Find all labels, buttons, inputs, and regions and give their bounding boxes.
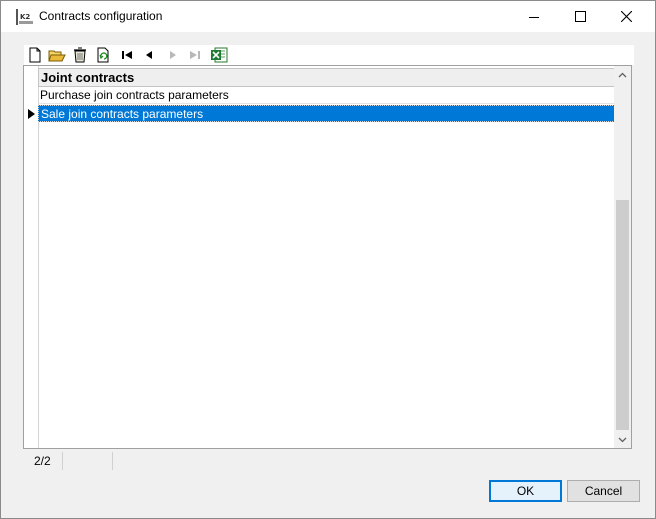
- ok-button[interactable]: OK: [489, 480, 562, 502]
- excel-export-button[interactable]: [210, 46, 228, 64]
- cancel-button[interactable]: Cancel: [567, 480, 640, 502]
- delete-button[interactable]: [71, 46, 89, 64]
- previous-record-button[interactable]: [140, 46, 158, 64]
- toolbar: [24, 45, 634, 65]
- close-icon: [620, 11, 632, 22]
- dialog-window: K2 Contracts configuration Joint contrac…: [0, 0, 656, 519]
- chevron-down-icon: [618, 437, 627, 442]
- k2-app-icon: K2: [16, 9, 34, 25]
- scroll-up-button[interactable]: [614, 66, 631, 83]
- new-icon: [29, 47, 41, 63]
- previous-record-icon: [146, 51, 152, 59]
- new-button[interactable]: [26, 46, 44, 64]
- delete-icon: [74, 47, 86, 63]
- open-button[interactable]: [48, 46, 66, 64]
- scrollbar-thumb[interactable]: [616, 200, 629, 430]
- dialog-client-area: Joint contracts Purchase join contracts …: [8, 32, 649, 512]
- table-row[interactable]: Purchase join contracts parameters: [38, 87, 615, 104]
- row-label: Sale join contracts parameters: [41, 107, 204, 121]
- svg-text:K2: K2: [20, 13, 30, 21]
- close-button[interactable]: [603, 1, 649, 32]
- status-bar: 2/2: [23, 452, 634, 472]
- next-record-icon: [170, 51, 176, 59]
- first-record-button[interactable]: [118, 46, 136, 64]
- minimize-icon: [529, 16, 539, 18]
- status-cell-empty: [63, 452, 113, 470]
- minimize-button[interactable]: [511, 1, 557, 32]
- excel-export-icon: [211, 47, 228, 63]
- window-title: Contracts configuration: [39, 9, 163, 23]
- last-record-icon: [190, 51, 200, 59]
- refresh-button[interactable]: [94, 46, 112, 64]
- row-label: Purchase join contracts parameters: [40, 88, 229, 102]
- last-record-button[interactable]: [186, 46, 204, 64]
- record-position: 2/2: [23, 452, 63, 470]
- maximize-icon: [574, 11, 586, 22]
- open-folder-icon: [48, 50, 66, 62]
- chevron-up-icon: [618, 72, 627, 77]
- next-record-button[interactable]: [164, 46, 182, 64]
- first-record-icon: [122, 51, 132, 59]
- current-row-pointer-icon: [28, 109, 35, 119]
- title-bar[interactable]: K2 Contracts configuration: [1, 1, 655, 32]
- vertical-scrollbar[interactable]: [614, 66, 631, 448]
- contracts-grid[interactable]: Joint contracts Purchase join contracts …: [23, 65, 632, 449]
- table-row-selected[interactable]: Sale join contracts parameters: [38, 105, 615, 122]
- refresh-icon: [97, 47, 109, 63]
- maximize-button[interactable]: [557, 1, 603, 32]
- row-indicator-column: [24, 66, 39, 448]
- grid-header-joint-contracts[interactable]: Joint contracts: [38, 68, 615, 87]
- scroll-down-button[interactable]: [614, 431, 631, 448]
